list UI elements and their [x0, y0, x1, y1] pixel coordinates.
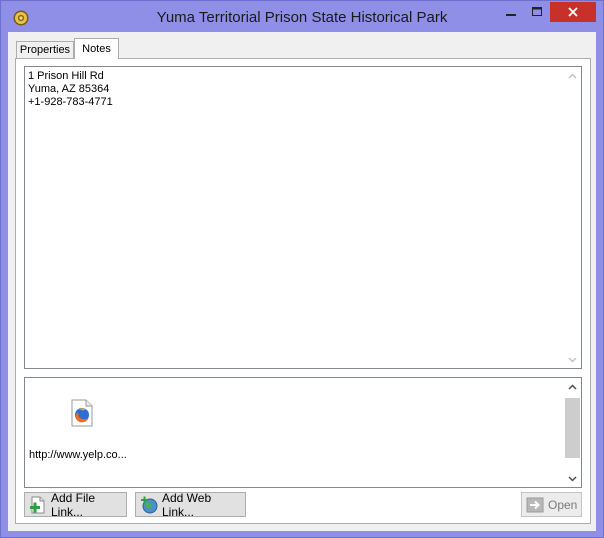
chevron-down-icon [568, 475, 577, 482]
add-file-icon [30, 496, 45, 513]
notes-tab-panel: 1 Prison Hill Rd Yuma, AZ 85364 +1-928-7… [15, 58, 591, 524]
chevron-up-icon [568, 72, 577, 79]
scroll-up-button[interactable] [564, 67, 581, 84]
chevron-down-icon [568, 356, 577, 363]
links-list[interactable]: http://www.yelp.co... [24, 377, 582, 488]
add-web-link-button[interactable]: Add Web Link... [135, 490, 246, 519]
arrow-right-icon [526, 497, 544, 512]
button-label: Add File Link... [51, 490, 96, 519]
app-window: Yuma Territorial Prison State Historical… [0, 0, 604, 538]
tab-properties[interactable]: Properties [16, 41, 74, 58]
close-button[interactable] [550, 2, 596, 22]
scroll-up-button[interactable] [564, 378, 581, 395]
notes-line: +1-928-783-4771 [28, 96, 113, 108]
open-button[interactable]: Open [521, 492, 582, 517]
minimize-button[interactable] [498, 2, 524, 22]
tab-notes[interactable]: Notes [74, 38, 119, 59]
close-icon [568, 7, 578, 17]
notes-text[interactable]: 1 Prison Hill Rd Yuma, AZ 85364 +1-928-7… [28, 70, 113, 109]
maximize-button[interactable] [524, 2, 550, 22]
firefox-icon[interactable] [70, 399, 94, 427]
button-label: Open [548, 497, 578, 512]
scroll-down-button[interactable] [564, 470, 581, 487]
notes-textarea[interactable]: 1 Prison Hill Rd Yuma, AZ 85364 +1-928-7… [24, 66, 582, 369]
notes-line: Yuma, AZ 85364 [28, 83, 110, 95]
scroll-down-button[interactable] [564, 351, 581, 368]
window-client-area: Properties Notes 1 Prison Hill Rd Yuma, … [8, 32, 596, 531]
button-label: Add Web Link... [162, 490, 212, 519]
add-file-link-button[interactable]: Add File Link... [24, 490, 127, 519]
title-bar[interactable]: Yuma Territorial Prison State Historical… [1, 1, 603, 35]
add-web-link-icon [141, 496, 158, 513]
tab-label: Notes [82, 43, 111, 55]
maximize-icon [532, 7, 542, 16]
tab-label: Properties [19, 44, 71, 56]
links-scrollbar[interactable] [564, 378, 581, 487]
minimize-icon [506, 14, 516, 16]
link-label: http://www.yelp.co... [29, 449, 127, 461]
scroll-thumb[interactable] [565, 398, 580, 458]
notes-scrollbar[interactable] [564, 67, 581, 368]
notes-line: 1 Prison Hill Rd [28, 70, 104, 82]
chevron-up-icon [568, 383, 577, 390]
